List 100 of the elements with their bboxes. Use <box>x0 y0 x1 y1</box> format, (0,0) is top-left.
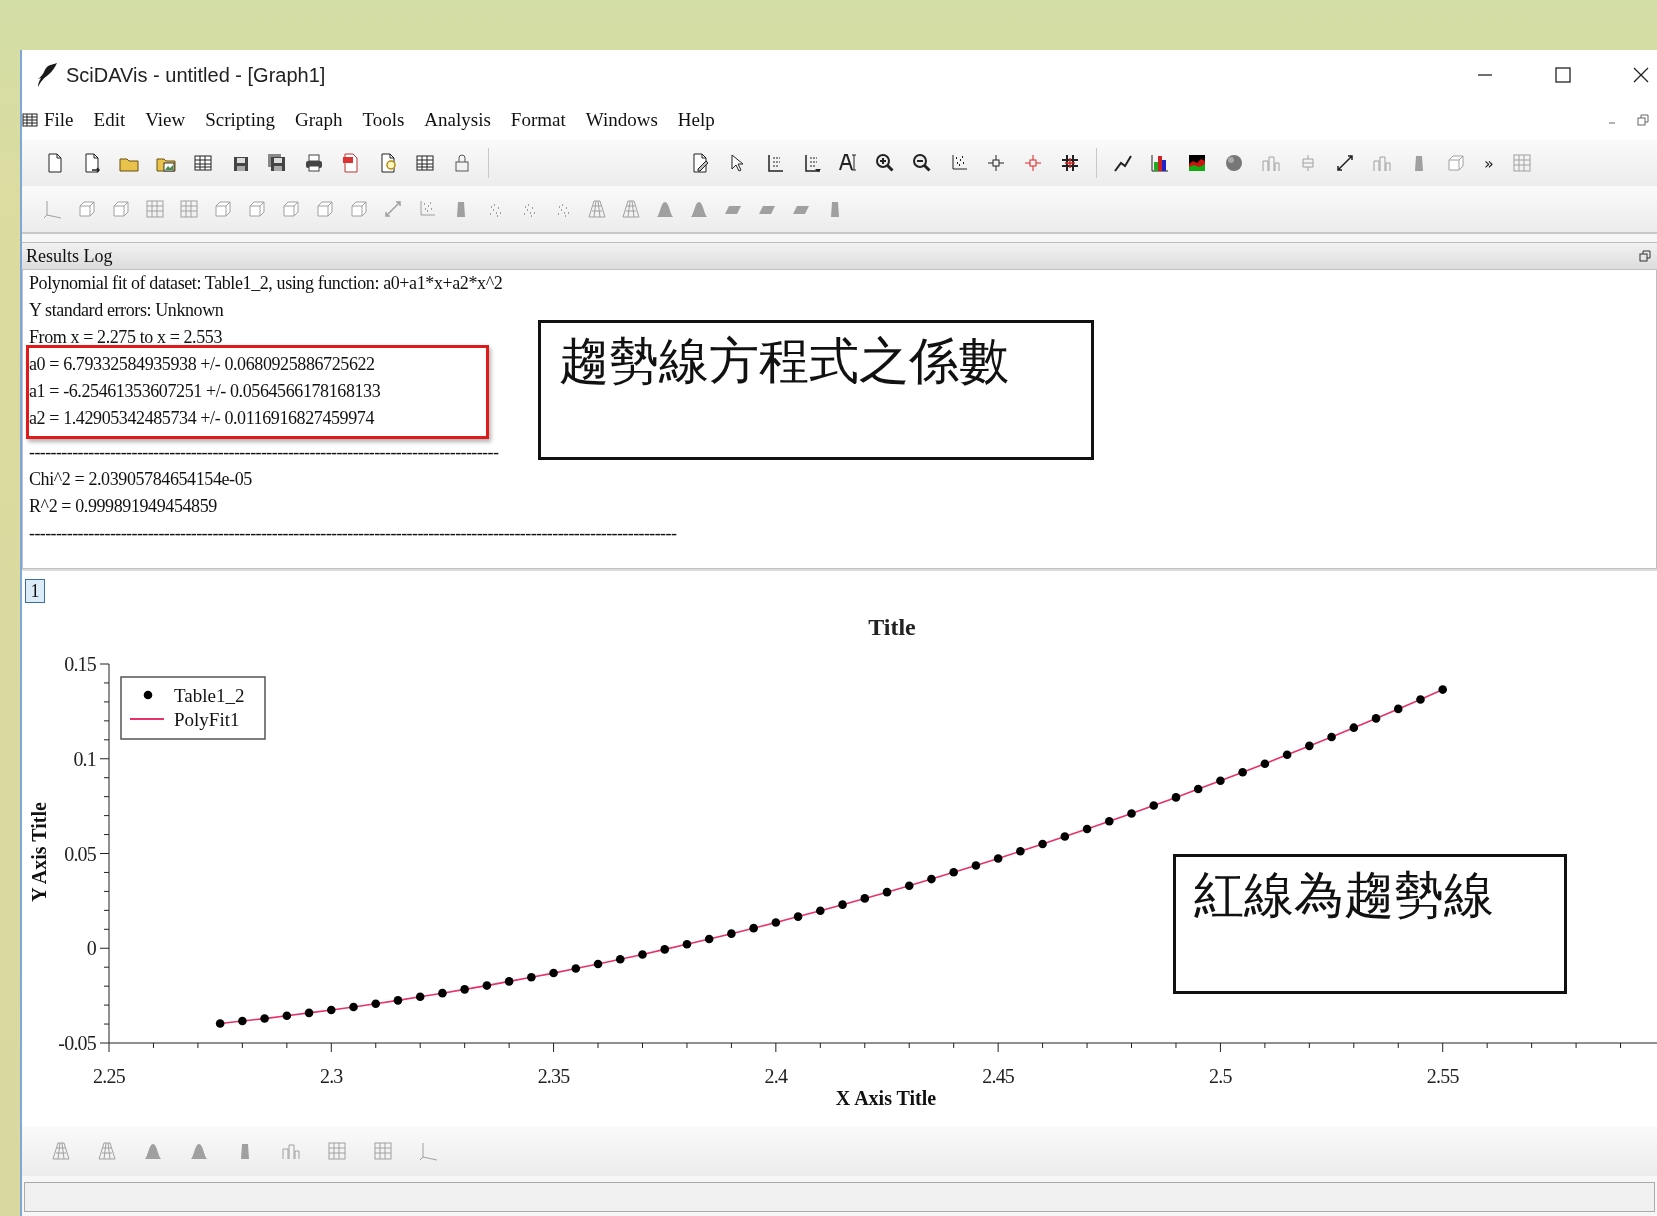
log-line: Y standard errors: Unknown <box>29 299 225 322</box>
data-point <box>704 934 714 944</box>
log-line: R^2 = 0.999891949454859 <box>29 495 218 518</box>
tick-label: 2.45 <box>982 1065 1015 1087</box>
grid-points-icon[interactable] <box>372 1140 394 1162</box>
data-point <box>504 977 514 986</box>
wireframe-icon[interactable] <box>50 1140 72 1162</box>
crosshair-icon[interactable] <box>985 152 1007 174</box>
panel-title: Results Log <box>26 245 113 267</box>
log-line: From x = 2.275 to x = 2.553 <box>29 326 223 349</box>
overflow-button[interactable]: » <box>1482 151 1496 175</box>
axes-icon[interactable] <box>42 198 64 220</box>
frame-icon[interactable] <box>110 198 132 220</box>
menu-item[interactable]: Help <box>677 109 715 131</box>
data-point <box>638 950 647 959</box>
data-point <box>1371 714 1381 723</box>
color-map-icon[interactable] <box>1186 152 1208 174</box>
cube-grid-icon[interactable] <box>314 198 336 220</box>
restore-icon[interactable] <box>1637 114 1649 126</box>
menu-item[interactable]: Windows <box>585 109 658 131</box>
data-point <box>1393 704 1403 714</box>
data-point <box>327 1005 336 1015</box>
tick-label: 0 <box>86 937 96 960</box>
menu-item[interactable]: File <box>44 109 74 131</box>
target-icon[interactable] <box>1022 152 1044 174</box>
zoom-out-icon[interactable] <box>911 152 933 174</box>
grid-floor-icon[interactable] <box>178 198 200 220</box>
vector-plot-icon[interactable] <box>1334 152 1356 174</box>
data-point <box>1105 817 1114 826</box>
mesh-icon[interactable] <box>96 1140 118 1162</box>
data-point <box>1327 732 1336 742</box>
chart-title: Title <box>868 614 916 640</box>
data-point <box>838 900 847 909</box>
mesh-icon[interactable] <box>620 198 642 220</box>
data-point <box>1193 784 1203 794</box>
data-point <box>1238 767 1247 777</box>
data-point <box>1282 750 1292 760</box>
close-icon[interactable] <box>1631 65 1651 85</box>
menu-item[interactable]: Graph <box>294 109 343 131</box>
grid-icon[interactable] <box>326 1140 348 1162</box>
cube-mesh-icon[interactable] <box>212 198 234 220</box>
wireframe-icon[interactable] <box>586 198 608 220</box>
data-point <box>816 906 825 916</box>
sphere-icon[interactable] <box>1223 152 1245 174</box>
menu-item[interactable]: Analysis <box>424 109 491 131</box>
grid-icon[interactable] <box>144 198 166 220</box>
log-line: Polynomial fit of dataset: Table1_2, using function: a0+a1*x+a2*x^2 <box>29 272 504 295</box>
data-point <box>1171 793 1181 802</box>
data-point <box>949 867 958 877</box>
data-point <box>393 996 403 1005</box>
menu-item[interactable]: View <box>145 109 186 131</box>
data-point <box>1149 801 1159 810</box>
menu-item[interactable]: Edit <box>93 109 126 131</box>
log-line: a2 = 1.42905342485734 +/- 0.0116916827459974 <box>29 407 376 430</box>
perspective-icon[interactable] <box>348 198 370 220</box>
maximize-icon[interactable] <box>1553 65 1573 85</box>
toolbar-options-icon[interactable] <box>1510 152 1533 174</box>
bar-chart-icon[interactable] <box>1149 152 1171 174</box>
table-import-icon[interactable] <box>192 152 214 174</box>
data-point <box>1016 846 1025 856</box>
zoom-in-icon[interactable] <box>874 152 896 174</box>
data-point <box>1349 723 1359 732</box>
table-icon[interactable] <box>22 112 38 128</box>
data-point <box>549 968 558 978</box>
tick-label: 2.4 <box>764 1065 788 1087</box>
tick-label: 0.15 <box>64 653 96 675</box>
box-icon[interactable] <box>76 198 98 220</box>
menu-item[interactable]: Tools <box>362 109 405 131</box>
data-point <box>1305 741 1314 751</box>
legend-label: Table1_2 <box>174 685 245 706</box>
cube-icon[interactable] <box>1445 152 1467 174</box>
restore-icon[interactable] <box>1639 250 1651 262</box>
cube-hidden-icon[interactable] <box>246 198 268 220</box>
printer-icon[interactable] <box>303 152 325 174</box>
floppy-disks-icon[interactable] <box>266 152 288 174</box>
log-line: a0 = 6.79332584935938 +/- 0.0680925886725622 <box>29 353 376 376</box>
text-tool-icon[interactable] <box>837 152 859 174</box>
axis-title: Y Axis Title <box>28 802 50 902</box>
table-icon[interactable] <box>414 152 436 174</box>
data-point <box>860 894 870 903</box>
annotation-box: 趨勢線方程式之係數 <box>538 320 1094 460</box>
data-point <box>593 959 603 969</box>
data-point <box>482 981 492 990</box>
move-points-icon[interactable] <box>1059 152 1081 174</box>
axis-title: X Axis Title <box>835 1087 937 1109</box>
window-title: SciDAVis - untitled - [Graph1] <box>66 63 326 87</box>
menu-item[interactable]: Scripting <box>205 109 275 131</box>
data-point <box>260 1014 269 1023</box>
data-point <box>793 912 803 921</box>
tick-label: 2.35 <box>537 1065 570 1087</box>
axes-icon[interactable] <box>418 1140 440 1162</box>
data-point <box>349 1002 358 1012</box>
menu-item[interactable]: Format <box>510 109 566 131</box>
data-point <box>660 945 669 954</box>
cube-lines-icon[interactable] <box>280 198 302 220</box>
layer-button[interactable]: 1 <box>25 579 45 603</box>
data-point <box>415 992 425 1002</box>
data-point <box>527 972 536 982</box>
data-point <box>1038 839 1047 849</box>
data-point <box>1216 776 1225 786</box>
